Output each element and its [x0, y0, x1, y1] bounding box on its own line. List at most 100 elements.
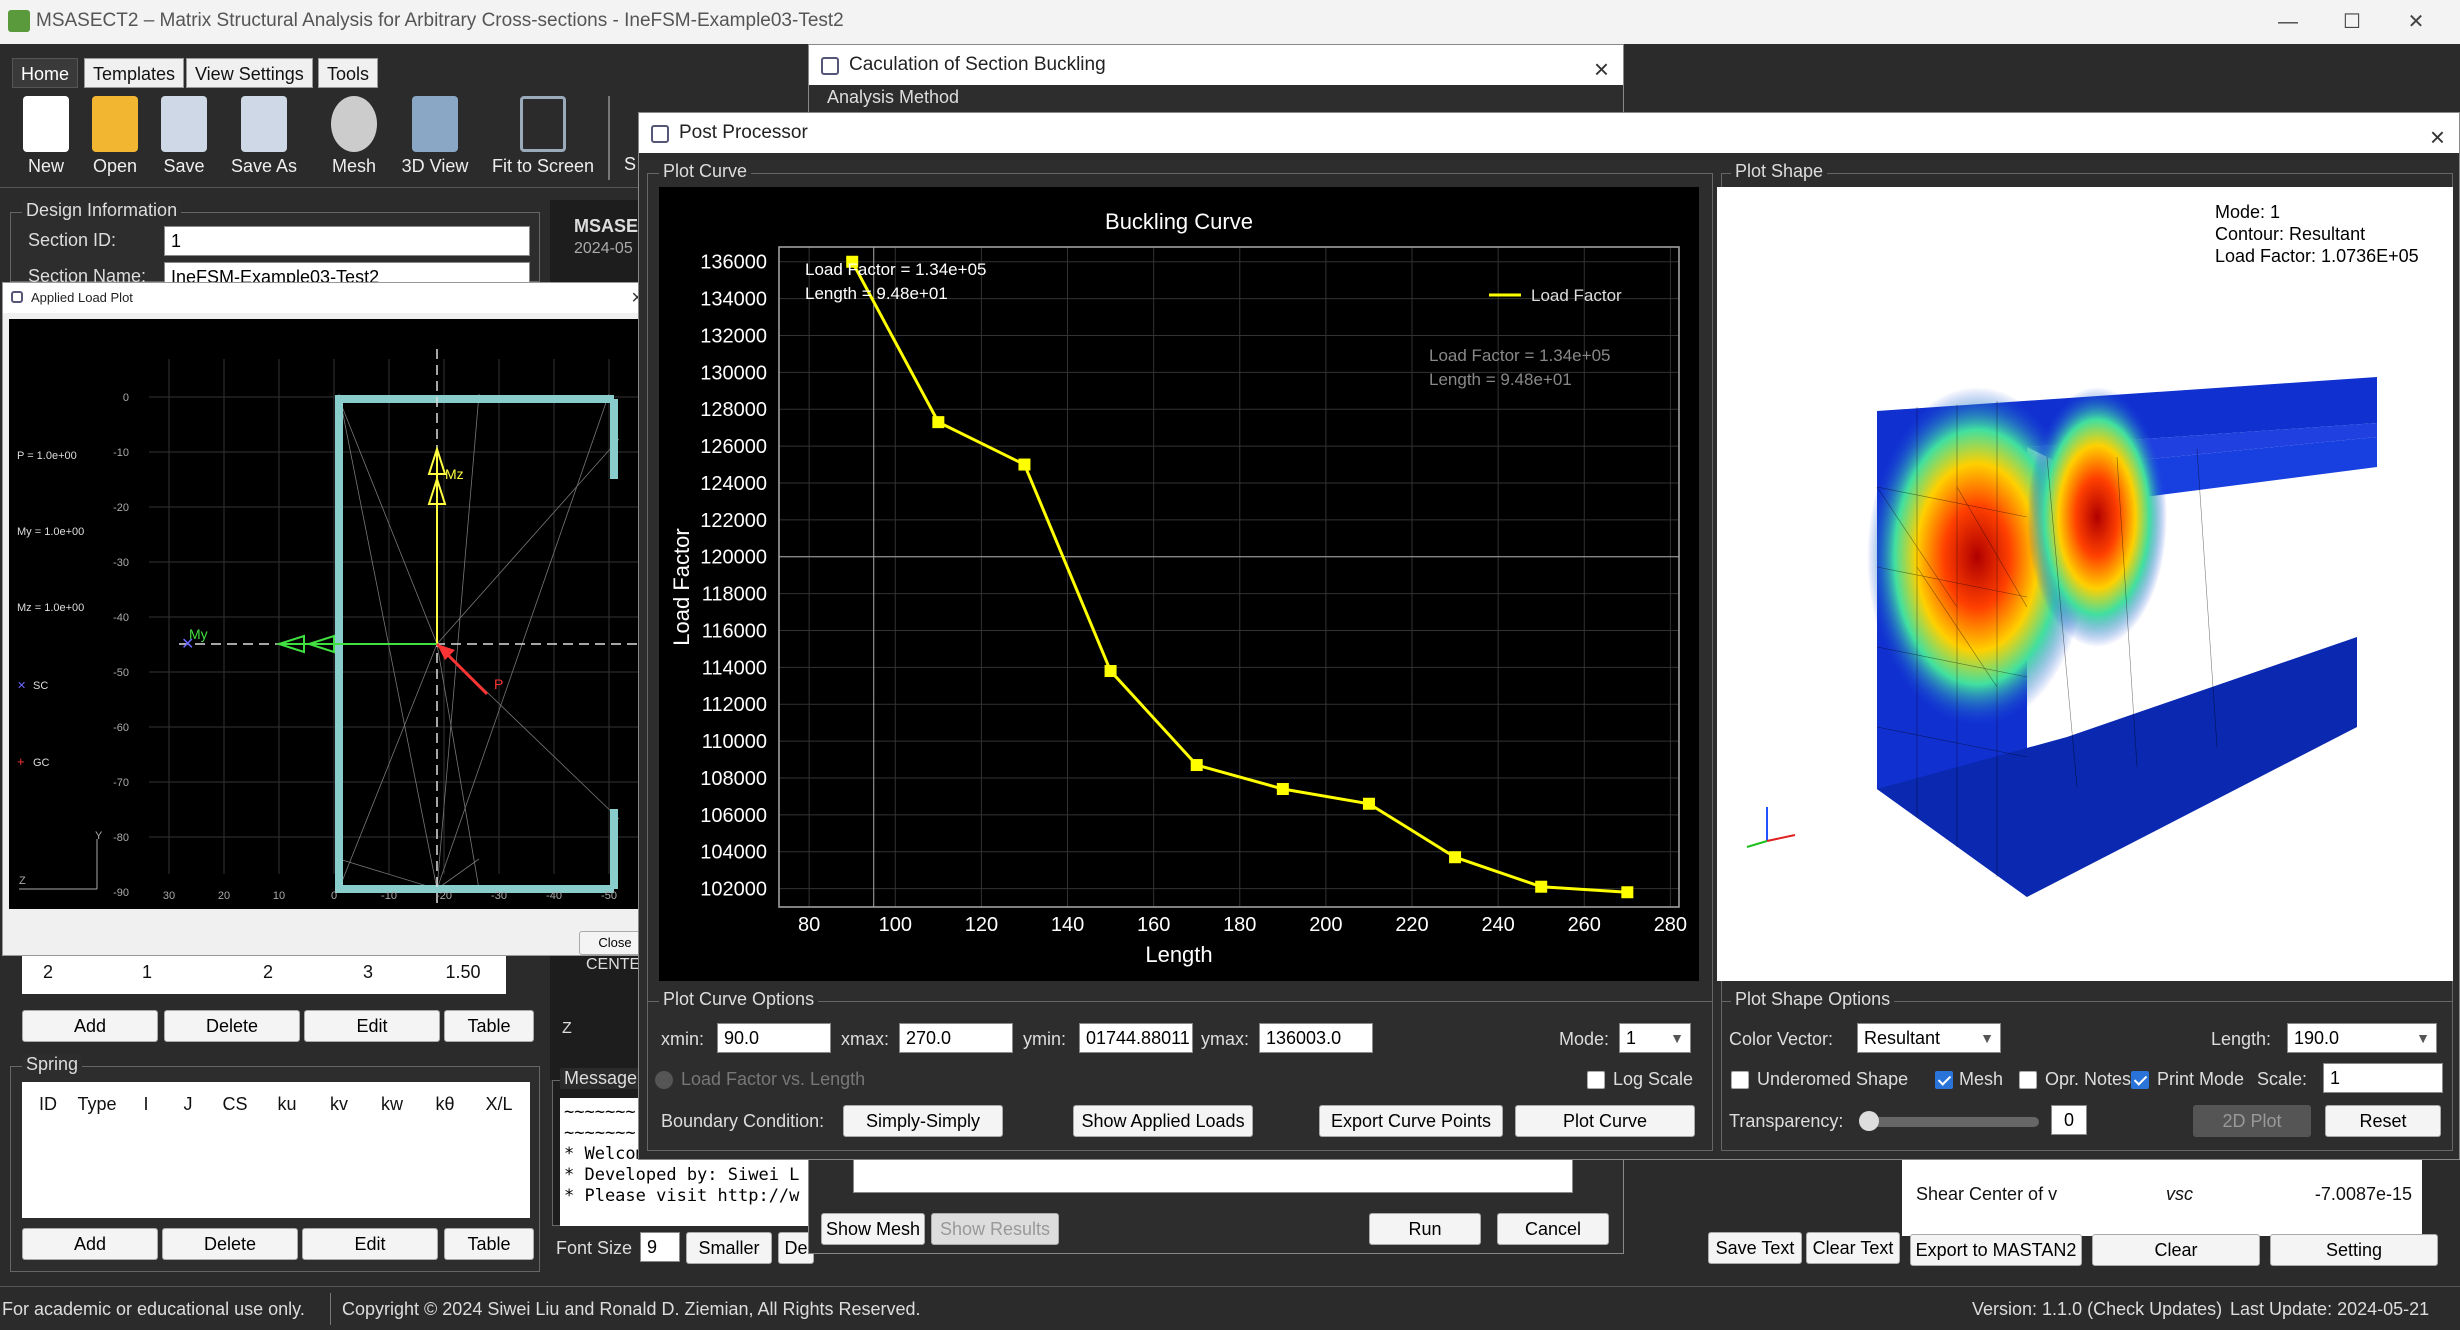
member-delete-button[interactable]: Delete	[164, 1010, 300, 1042]
buckling-chart[interactable]: Buckling Curve Length Load Factor 102000…	[659, 187, 1699, 981]
load-plot-y-axis-label: Y	[95, 830, 103, 842]
save-text-button[interactable]: Save Text	[1708, 1232, 1802, 1264]
save-button[interactable]: Save	[154, 96, 214, 186]
post-processor-dialog: Post Processor × Plot Curve Buckling Cur…	[638, 112, 2460, 1160]
transparency-slider-handle[interactable]	[1859, 1111, 1879, 1131]
spring-delete-button[interactable]: Delete	[162, 1228, 298, 1260]
y-tick-label: 118000	[702, 584, 767, 606]
color-vector-select[interactable]: Resultant ▼	[1857, 1023, 2001, 1053]
font-size-input[interactable]: 9	[640, 1232, 680, 1262]
xmax-input[interactable]: 270.0	[899, 1023, 1013, 1053]
open-button[interactable]: Open	[84, 96, 146, 186]
save-label: Save	[163, 156, 205, 176]
close-window-button[interactable]: ✕	[2396, 6, 2436, 38]
new-button[interactable]: New	[16, 96, 76, 186]
tab-view-settings[interactable]: View Settings	[186, 58, 313, 88]
mesh-button[interactable]: Mesh	[322, 96, 386, 186]
y-tick-label: 108000	[700, 768, 767, 790]
spring-col-header: J	[183, 1094, 193, 1114]
run-button[interactable]: Run	[1369, 1213, 1481, 1245]
show-mesh-button[interactable]: Show Mesh	[821, 1213, 925, 1245]
view-3d-icon	[412, 96, 458, 152]
buckling-input-area[interactable]	[853, 1157, 1573, 1193]
lf-vs-length-radio[interactable]	[655, 1071, 673, 1089]
xmin-input[interactable]: 90.0	[717, 1023, 831, 1053]
scale-input[interactable]: 1	[2323, 1063, 2443, 1093]
load-plot-canvas[interactable]: My Mz P ✕ P = 1.0e+00 My = 1.0e+00 Mz = …	[9, 319, 649, 909]
section-id-input[interactable]: 1	[164, 226, 530, 256]
version-text[interactable]: Version: 1.1.0 (Check Updates)	[1972, 1299, 2222, 1320]
shape-3d-view[interactable]: Mode: 1 Contour: Resultant Load Factor: …	[1717, 187, 2453, 981]
fit-to-screen-button[interactable]: Fit to Screen	[486, 96, 600, 186]
reset-button[interactable]: Reset	[2325, 1105, 2441, 1137]
load-plot-x-tick: -30	[491, 890, 507, 902]
export-mastan2-button[interactable]: Export to MASTAN2	[1910, 1234, 2082, 1266]
mesh-label: Mesh	[1959, 1069, 2004, 1089]
spring-edit-button[interactable]: Edit	[302, 1228, 438, 1260]
buckling-dialog-title: Caculation of Section Buckling	[849, 54, 1106, 75]
smaller-button[interactable]: Smaller	[686, 1232, 772, 1264]
transparency-input[interactable]: 0	[2051, 1105, 2087, 1135]
minimize-button[interactable]: —	[2268, 6, 2308, 38]
maximize-button[interactable]: ☐	[2332, 6, 2372, 38]
boundary-condition-button[interactable]: Simply-Simply	[843, 1105, 1003, 1137]
clear-text-button[interactable]: Clear Text	[1806, 1232, 1900, 1264]
mode-select[interactable]: 1 ▼	[1619, 1023, 1691, 1053]
clear-button[interactable]: Clear	[2092, 1234, 2260, 1266]
p-arrow-label: P	[494, 676, 503, 692]
buckling-dialog-titlebar: Caculation of Section Buckling ×	[809, 45, 1623, 85]
transparency-slider-track[interactable]	[1861, 1117, 2039, 1127]
opr-notes-checkbox[interactable]	[2019, 1071, 2037, 1089]
load-plot-y-tick: -10	[113, 447, 129, 459]
ymin-input[interactable]: 01744.88011	[1079, 1023, 1193, 1053]
section-name-input[interactable]: IneFSM-Example03-Test2	[164, 262, 530, 284]
undeformed-shape-checkbox[interactable]	[1731, 1071, 1749, 1089]
y-tick-label: 104000	[700, 842, 767, 864]
export-curve-points-button[interactable]: Export Curve Points	[1319, 1105, 1503, 1137]
boundary-condition-label: Boundary Condition:	[661, 1111, 825, 1131]
spring-add-button[interactable]: Add	[22, 1228, 158, 1260]
mesh-checkbox[interactable]	[1935, 1071, 1953, 1089]
ymax-input[interactable]: 136003.0	[1259, 1023, 1373, 1053]
length-select[interactable]: 190.0 ▼	[2287, 1023, 2437, 1053]
x-tick-label: 240	[1481, 914, 1514, 936]
spring-col-header: kv	[330, 1094, 348, 1114]
cancel-button[interactable]: Cancel	[1497, 1213, 1609, 1245]
plot-shape-options-label: Plot Shape Options	[1731, 989, 1895, 1010]
spring-col-header: kθ	[435, 1094, 455, 1114]
member-table-button[interactable]: Table	[444, 1010, 534, 1042]
app-logo-icon	[8, 10, 30, 32]
length-label: Length:	[2211, 1029, 2272, 1049]
close-icon[interactable]: ×	[1594, 49, 1609, 89]
buckling-chart-svg: Buckling Curve Length Load Factor 102000…	[669, 209, 1687, 967]
tab-home[interactable]: Home	[12, 58, 79, 88]
dialog-window-icon	[821, 57, 839, 75]
close-icon[interactable]: ×	[2430, 117, 2445, 157]
legend-gc: GC	[33, 757, 50, 769]
member-edit-button[interactable]: Edit	[304, 1010, 440, 1042]
spring-table[interactable]: ID Type I J CS ku kv kw kθ X/L	[22, 1082, 530, 1218]
print-mode-checkbox[interactable]	[2131, 1071, 2149, 1089]
log-scale-checkbox[interactable]	[1587, 1071, 1605, 1089]
font-size-label: Font Size	[556, 1238, 633, 1258]
show-applied-loads-button[interactable]: Show Applied Loads	[1073, 1105, 1253, 1137]
spring-col-header: Type	[77, 1094, 117, 1114]
setting-button[interactable]: Setting	[2270, 1234, 2438, 1266]
message-line: * Developed by: Siwei L	[564, 1165, 800, 1185]
member-add-button[interactable]: Add	[22, 1010, 158, 1042]
ymin-label: ymin:	[1023, 1029, 1067, 1049]
member-table-row[interactable]: 2 1 2 3 1.50	[22, 952, 506, 994]
legend-label: Load Factor	[1531, 286, 1622, 305]
load-plot-y-tick: -50	[113, 667, 129, 679]
tab-tools[interactable]: Tools	[318, 58, 379, 88]
view-3d-button[interactable]: 3D View	[396, 96, 474, 186]
tab-templates[interactable]: Templates	[84, 58, 185, 88]
spring-table-button[interactable]: Table	[444, 1228, 534, 1260]
plot-curve-options-label: Plot Curve Options	[659, 989, 819, 1010]
ribbon-item-partial[interactable]: S	[620, 154, 640, 184]
show-results-button[interactable]: Show Results	[931, 1213, 1059, 1245]
plot-2d-button[interactable]: 2D Plot	[2193, 1105, 2311, 1137]
plot-curve-button[interactable]: Plot Curve	[1515, 1105, 1695, 1137]
mode-label: Mode:	[1559, 1029, 1610, 1049]
save-as-button[interactable]: Save As	[222, 96, 306, 186]
